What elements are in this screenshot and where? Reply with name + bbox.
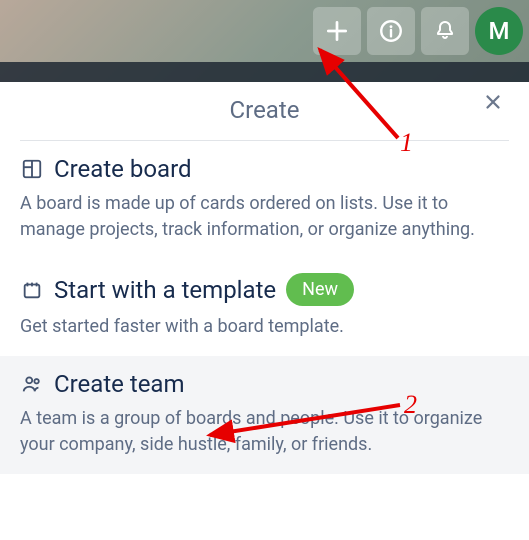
header-bar: M [313,0,529,62]
new-badge: New [286,273,354,306]
create-popup: Create Create board A board is made up o… [0,82,529,540]
board-icon [20,157,44,181]
annotation-label-2: 2 [404,390,417,420]
team-icon [20,372,44,396]
popup-title: Create [230,96,300,124]
avatar-letter: M [489,17,510,45]
info-button[interactable] [367,7,415,55]
option-start-template[interactable]: Start with a template New Get started fa… [0,259,529,356]
close-icon [482,91,504,113]
notifications-button[interactable] [421,7,469,55]
option-create-team[interactable]: Create team A team is a group of boards … [0,356,529,474]
bell-icon [433,19,457,43]
template-icon [20,278,44,302]
popup-header: Create [20,82,509,141]
option-title-row: Start with a template New [20,273,509,306]
option-title-row: Create board [20,155,509,183]
option-create-board[interactable]: Create board A board is made up of cards… [0,141,529,259]
option-title: Create board [54,155,192,183]
option-desc: A team is a group of boards and people. … [20,406,509,458]
option-title: Create team [54,370,185,398]
info-icon [378,18,404,44]
annotation-label-1: 1 [400,128,413,158]
board-header-strip [0,62,529,82]
add-button[interactable] [313,7,361,55]
avatar[interactable]: M [475,7,523,55]
close-button[interactable] [477,86,509,118]
option-title: Start with a template [54,276,276,304]
option-title-row: Create team [20,370,509,398]
option-desc: A board is made up of cards ordered on l… [20,191,509,243]
plus-icon [324,18,350,44]
option-desc: Get started faster with a board template… [20,314,509,340]
